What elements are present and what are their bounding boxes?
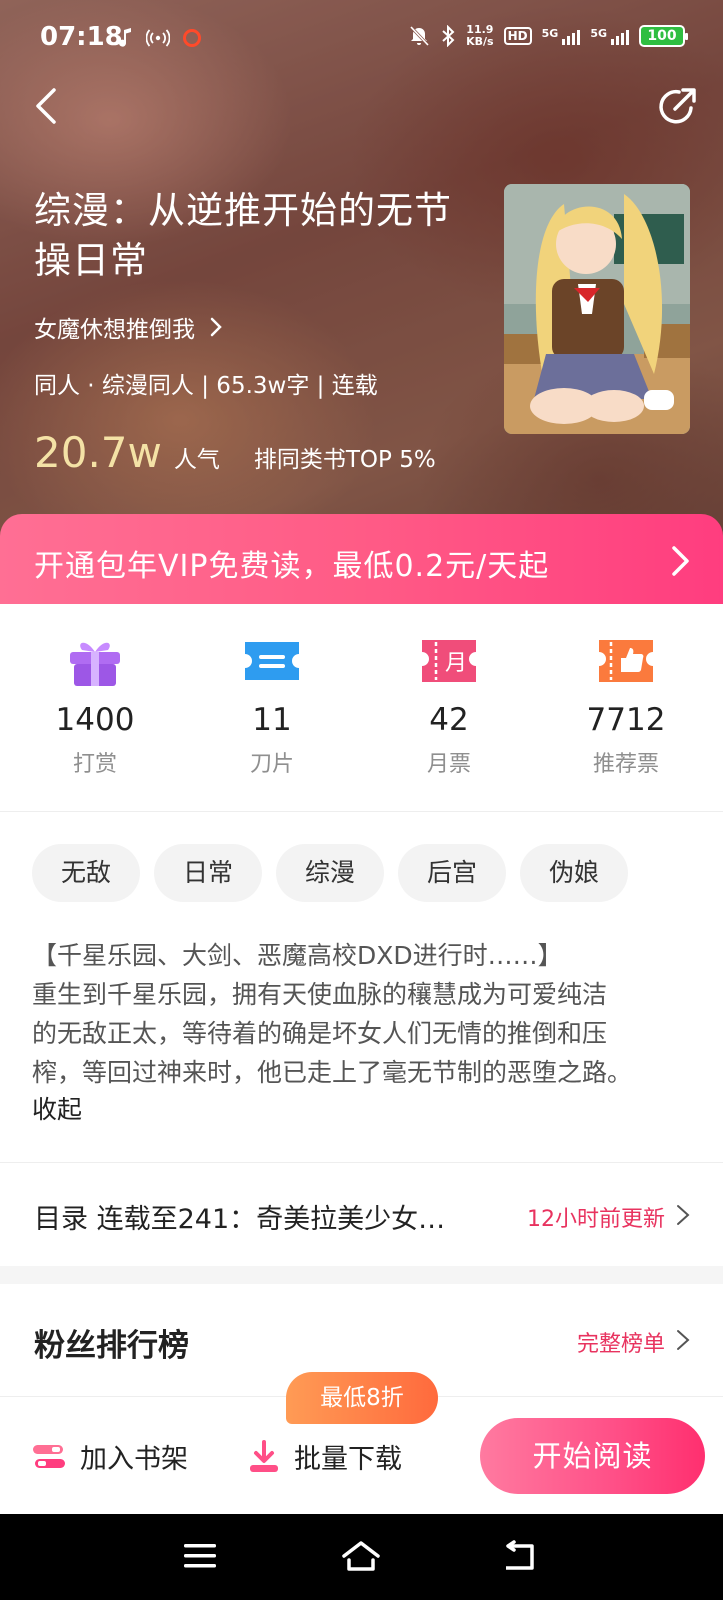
description-line: 的无敌正太，等待着的确是坏女人们无情的推倒和压	[32, 1019, 608, 1048]
gift-icon	[70, 642, 120, 686]
discount-badge: 最低8折	[286, 1372, 438, 1424]
bookshelf-icon	[33, 1444, 65, 1468]
popularity-label: 人气	[173, 447, 220, 473]
tag-chip[interactable]: 无敌	[32, 844, 140, 902]
stat-recommend-ticket[interactable]: 7712 推荐票	[551, 634, 701, 778]
stat-monthly-ticket[interactable]: 月 42 月票	[374, 634, 524, 778]
stats-panel: 1400 打赏 11 刀片 月 42 月票 7712 推荐票	[0, 604, 723, 812]
stat-blade[interactable]: 11 刀片	[197, 634, 347, 778]
description-line: 【千星乐园、大剑、恶魔高校DXD进行时……】	[32, 941, 563, 970]
status-right-icons: 11.9 KB/s HD 5G 5G 100	[408, 24, 688, 48]
mute-icon	[410, 25, 430, 47]
book-cover[interactable]	[504, 184, 690, 434]
category-rank[interactable]: 排同类书TOP 5%	[254, 440, 436, 474]
stat-label: 刀片	[249, 752, 294, 777]
signal-5g-2: 5G	[590, 27, 629, 45]
home-icon[interactable]	[341, 1538, 381, 1574]
stat-value: 1400	[55, 702, 135, 738]
monthly-ticket-icon: 月	[422, 640, 476, 682]
monthly-ticket-glyph: 月	[445, 651, 467, 676]
book-hero: 07:18 11.9 KB/s HD 5G 5G 100 综漫：从逆推开始的无节…	[0, 0, 723, 600]
tag-chip[interactable]: 综漫	[276, 844, 384, 902]
tag-chip[interactable]: 后宫	[398, 844, 506, 902]
description-line: 重生到千星乐园，拥有天使血脉的穰慧成为可爱纯洁	[32, 980, 608, 1009]
start-reading-button[interactable]: 开始阅读	[480, 1418, 705, 1494]
speed-unit: KB/s	[466, 35, 494, 48]
music-note-icon	[119, 28, 131, 47]
tag-chip[interactable]: 伪娘	[520, 844, 628, 902]
download-icon	[250, 1439, 278, 1472]
tag-list: 无敌 日常 综漫 后宫 伪娘	[32, 844, 628, 902]
toc-latest-chapter: 目录 连载至241：奇美拉美少女…	[34, 1204, 446, 1235]
return-icon[interactable]	[502, 1538, 542, 1574]
system-navigation-bar	[0, 1514, 723, 1600]
vip-banner-text: 开通包年VIP免费读，最低0.2元/天起	[34, 549, 550, 584]
popularity-row: 20.7w 人气 排同类书TOP 5%	[34, 428, 436, 477]
collapse-button[interactable]: 收起	[32, 1090, 82, 1126]
chevron-right-icon	[677, 1205, 690, 1225]
chevron-right-icon	[672, 546, 689, 576]
bluetooth-icon	[442, 25, 455, 47]
back-icon[interactable]	[24, 82, 72, 130]
popularity-value: 20.7w	[34, 428, 162, 477]
book-meta: 同人 · 综漫同人 | 65.3w字 | 连载	[34, 373, 378, 399]
signal-5g-1: 5G	[542, 27, 581, 45]
status-bar: 07:18 11.9 KB/s HD 5G 5G 100	[0, 0, 723, 78]
fan-ranking-title: 粉丝排行榜	[34, 1328, 189, 1364]
status-left-icons	[118, 28, 202, 48]
record-icon	[183, 29, 201, 47]
chevron-right-icon	[210, 317, 222, 337]
stat-reward[interactable]: 1400 打赏	[20, 634, 170, 778]
hotspot-icon	[146, 29, 170, 47]
cover-illustration-icon	[504, 184, 690, 434]
batch-download-button[interactable]: 批量下载	[248, 1437, 402, 1476]
battery-indicator: 100	[639, 25, 688, 47]
network-speed: 11.9 KB/s	[466, 24, 493, 48]
table-of-contents-row[interactable]: 目录 连载至241：奇美拉美少女… 12小时前更新	[0, 1162, 723, 1266]
add-to-shelf-label: 加入书架	[80, 1444, 188, 1475]
tag-chip[interactable]: 日常	[154, 844, 262, 902]
blade-ticket-icon	[245, 642, 299, 680]
stat-label: 推荐票	[592, 752, 659, 777]
author-name: 女魔休想推倒我	[34, 317, 195, 343]
full-ranking-link[interactable]: 完整榜单	[577, 1326, 665, 1358]
section-divider	[0, 1266, 723, 1284]
chevron-right-icon	[677, 1330, 690, 1350]
status-time: 07:18	[40, 22, 123, 52]
description-line: 榨，等回过神来时，他已走上了毫无节制的恶堕之路。	[32, 1058, 633, 1087]
stat-label: 月票	[426, 752, 471, 777]
vip-banner[interactable]: 开通包年VIP免费读，最低0.2元/天起	[0, 514, 723, 606]
stat-value: 7712	[586, 702, 666, 738]
menu-icon[interactable]	[180, 1538, 220, 1574]
share-icon[interactable]	[653, 82, 701, 130]
stat-label: 打赏	[72, 752, 117, 777]
stat-value: 11	[252, 702, 292, 738]
toc-update-time: 12小时前更新	[527, 1207, 665, 1232]
batch-download-label: 批量下载	[294, 1444, 402, 1475]
recommend-ticket-icon	[599, 640, 653, 682]
book-title: 综漫：从逆推开始的无节操日常	[34, 189, 452, 282]
hd-badge: HD	[503, 27, 532, 45]
author-link[interactable]: 女魔休想推倒我	[34, 310, 223, 344]
book-description: 【千星乐园、大剑、恶魔高校DXD进行时……】 重生到千星乐园，拥有天使血脉的穰慧…	[32, 936, 702, 1092]
add-to-shelf-button[interactable]: 加入书架	[32, 1437, 188, 1476]
stat-value: 42	[429, 702, 469, 738]
